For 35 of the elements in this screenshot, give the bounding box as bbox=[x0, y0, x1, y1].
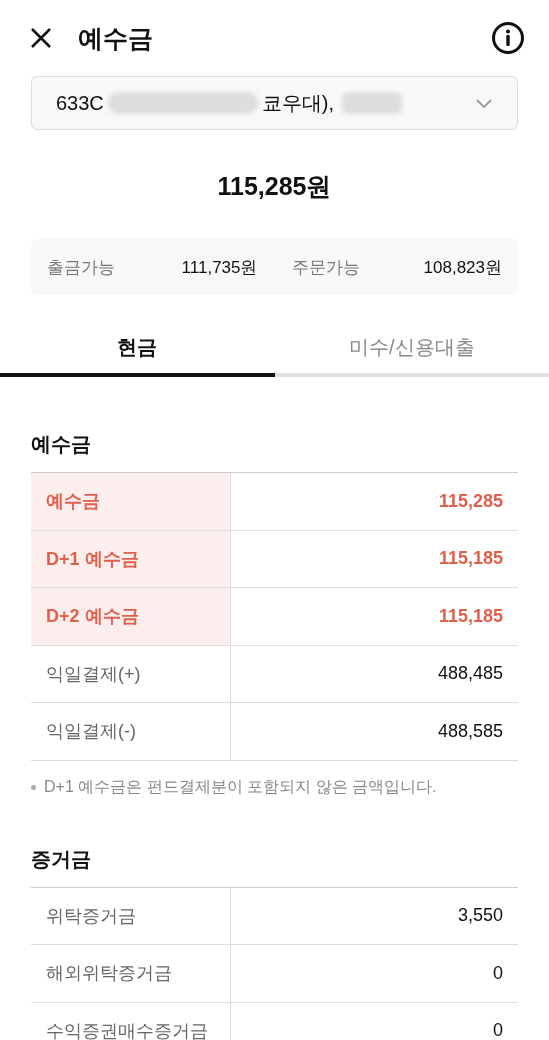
row-value: 3,550 bbox=[456, 904, 504, 928]
footnote: D+1 예수금은 펀드결제분이 포함되지 않은 금액입니다. bbox=[44, 776, 437, 797]
row-label: 익일결제(+) bbox=[31, 645, 231, 702]
summary-value: 108,823원 bbox=[423, 256, 502, 279]
summary-value: 111,735원 bbox=[181, 256, 258, 279]
info-icon[interactable] bbox=[491, 21, 525, 55]
close-icon[interactable] bbox=[30, 27, 52, 49]
total-amount: 115,285원 bbox=[216, 171, 333, 202]
row-value: 0 bbox=[492, 1019, 504, 1040]
row-label: 익일결제(-) bbox=[31, 703, 231, 760]
row-value: 115,285 bbox=[437, 489, 504, 513]
account-name: 쿄우대), bbox=[261, 90, 335, 116]
tab[interactable]: 미수/신용대출 bbox=[274, 321, 549, 377]
row-label: 예수금 bbox=[31, 473, 231, 530]
row-label: 해외위탁증거금 bbox=[31, 945, 231, 1002]
row-value: 115,185 bbox=[437, 547, 504, 571]
page-title: 예수금 bbox=[78, 22, 154, 54]
chevron-down-icon bbox=[475, 97, 493, 109]
summary-label: 출금가능 bbox=[47, 256, 115, 279]
bullet-icon bbox=[31, 784, 36, 790]
redaction-blur bbox=[342, 92, 403, 114]
account-number: 633C bbox=[56, 91, 104, 115]
tab[interactable]: 현금 bbox=[0, 321, 275, 377]
section-title: 예수금 bbox=[31, 432, 92, 457]
row-label: 수익증권매수증거금 bbox=[31, 1002, 231, 1040]
row-label: 위탁증거금 bbox=[31, 887, 231, 944]
row-value: 115,185 bbox=[437, 604, 504, 628]
row-value: 0 bbox=[492, 961, 504, 985]
section-title: 증거금 bbox=[31, 846, 92, 872]
row-value: 488,585 bbox=[436, 719, 504, 743]
row-label: D+2 예수금 bbox=[31, 588, 231, 645]
summary-label: 주문가능 bbox=[291, 256, 360, 279]
row-label: D+1 예수금 bbox=[31, 530, 231, 587]
row-value: 488,485 bbox=[436, 662, 504, 686]
account-dropdown[interactable]: 633C 쿄우대), bbox=[31, 76, 518, 130]
